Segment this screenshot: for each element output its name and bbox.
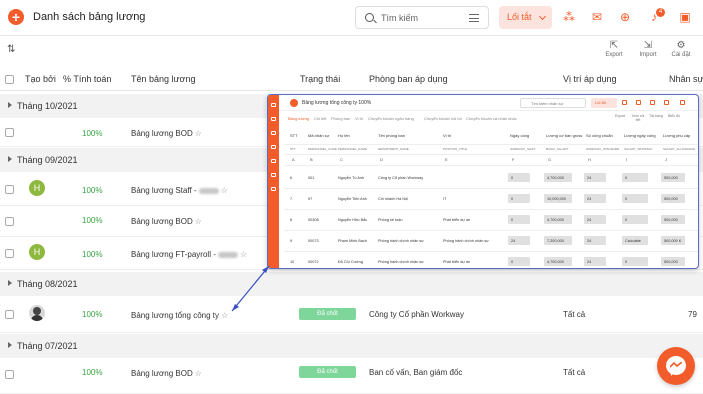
arrow-head xyxy=(262,266,269,273)
arrow-tail xyxy=(232,304,239,311)
messenger-bolt-icon xyxy=(670,362,682,368)
arrow-line xyxy=(231,265,270,312)
messenger-button[interactable] xyxy=(657,347,695,385)
pointer-arrow xyxy=(231,265,270,312)
